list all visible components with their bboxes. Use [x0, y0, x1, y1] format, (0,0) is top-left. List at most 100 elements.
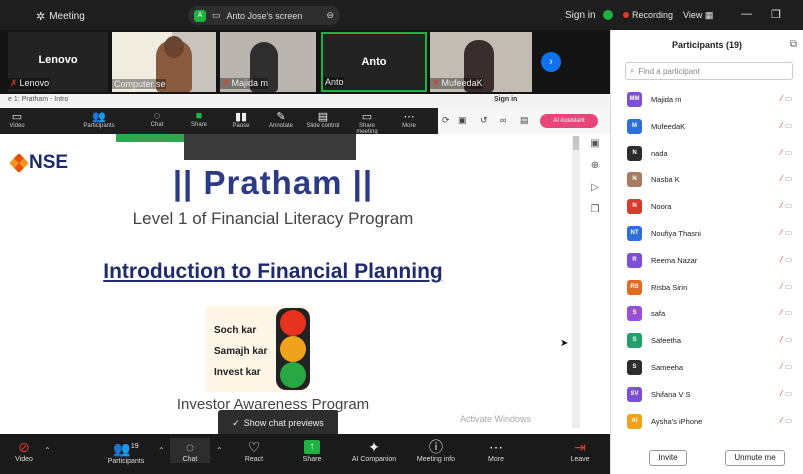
video-tile-majida[interactable]: ✗ Majida m — [220, 32, 316, 92]
participant-row[interactable]: Nnada ⁄ ▭ — [611, 140, 803, 167]
share-button[interactable]: ↑ Share — [282, 438, 342, 463]
participant-search-input[interactable]: ⌕ Find a participant — [625, 62, 793, 80]
participant-row[interactable]: AI Aysha's iPhone ⁄ ▭ — [611, 408, 803, 435]
unmute-me-button[interactable]: Unmute me — [725, 450, 785, 466]
history-icon[interactable]: ↺ — [480, 115, 488, 126]
chat-preview-label: Show chat previews — [243, 418, 324, 428]
participant-name: Risba Sirin — [651, 282, 688, 292]
tb-slide-control[interactable]: ▤ Slide control — [306, 110, 340, 129]
video-tile-computer[interactable]: Computer se — [112, 32, 216, 92]
traffic-signal-graphic: Soch kar Samajh kar Invest kar — [206, 306, 310, 392]
participant-row[interactable]: R Reema Nazar ⁄ ▭ — [611, 247, 803, 274]
meeting-info-button[interactable]: ⓘ Meeting info — [406, 438, 466, 463]
tb-pause[interactable]: ▮▮ Pause — [224, 110, 258, 129]
participant-row[interactable]: SV Shifana V S ⁄ ▭ — [611, 381, 803, 408]
leave-button[interactable]: ⇥ Leave — [550, 438, 610, 463]
participant-name: Noora — [651, 202, 672, 212]
participant-row[interactable]: S Sameeha ⁄ ▭ — [611, 354, 803, 381]
chat-button[interactable]: ◌ Chat — [170, 438, 210, 463]
meeting-menu[interactable]: ✲ Meeting — [36, 10, 85, 23]
redacted-region — [184, 134, 356, 160]
react-button[interactable]: ♡ React — [224, 438, 284, 463]
pen-icon: ✎ — [276, 111, 286, 123]
search-icon: ⌕ — [630, 66, 635, 75]
participant-row[interactable]: NT Noufiya Thasni ⁄ ▭ — [611, 220, 803, 247]
avatar: S — [627, 333, 642, 349]
participant-status: ⁄ ▭ — [781, 362, 792, 371]
sidebar-icon[interactable]: ▣ — [584, 138, 606, 160]
video-caret-icon[interactable]: ⌃ — [44, 446, 51, 455]
participant-row[interactable]: Ssafa ⁄ ▭ — [611, 300, 803, 327]
share-label: Share — [302, 456, 322, 463]
video-tile-lenovo[interactable]: Lenovo ✗ Lenovo — [8, 32, 108, 92]
participant-row[interactable]: N Noora ⁄ ▭ — [611, 193, 803, 220]
video-off-icon: ▭ — [782, 94, 793, 103]
link-icon[interactable]: ∞ — [500, 115, 506, 125]
participant-name: Shifana V S — [651, 389, 691, 399]
video-tile-anto[interactable]: Anto Anto — [321, 32, 427, 92]
video-off-icon: ▭ — [782, 308, 793, 318]
chat-caret-icon[interactable]: ⌃ — [216, 446, 223, 455]
next-page-button[interactable]: › — [541, 52, 561, 72]
sign-in-link[interactable]: Sign in — [565, 10, 596, 21]
stop-view-icon[interactable]: ⊖ — [326, 10, 334, 21]
avatar: MM — [627, 92, 642, 107]
windows-watermark: Activate Windows — [460, 414, 532, 424]
signal-label-2: Samajh kar — [214, 346, 268, 357]
chat-icon: ◌ — [153, 110, 161, 122]
more-button[interactable]: ⋯ More — [466, 438, 526, 463]
panel-header: Participants (19) ⧉ — [611, 30, 803, 60]
participant-status: ⁄ ▭ — [781, 308, 792, 317]
copy-icon[interactable]: ❐ — [584, 204, 606, 226]
participant-row[interactable]: S Safeetha ⁄ ▭ — [611, 327, 803, 354]
mouse-cursor-icon: ➤ — [560, 338, 569, 349]
video-tile-mufeedak[interactable]: ✗ MufeedaK — [430, 32, 532, 92]
tile-name-label: ✗ Majida m — [220, 78, 269, 89]
restore-icon[interactable]: ❐ — [771, 8, 781, 21]
slide-scrollbar[interactable] — [572, 136, 580, 428]
screen-share-indicator[interactable]: A ▭ Anto Jose's screen ⊖ — [188, 6, 340, 25]
participants-icon: 👥 — [92, 111, 106, 123]
signal-label-3: Invest kar — [214, 367, 261, 378]
tb-chat[interactable]: ◌ Chat — [140, 110, 174, 128]
save-icon[interactable]: ▤ — [520, 115, 529, 126]
participants-caret-icon[interactable]: ⌃ — [158, 446, 165, 455]
video-off-icon: ▭ — [782, 415, 793, 425]
screen-icon: ▭ — [212, 10, 221, 20]
screen-share-label: Anto Jose's screen — [226, 10, 303, 21]
ai-assistant-button[interactable]: AI Assistant — [540, 114, 598, 128]
minimize-icon[interactable]: — — [741, 8, 752, 20]
tb-share-meeting[interactable]: ▭ Share meeting — [350, 110, 384, 135]
tb-more[interactable]: ⋯ More — [392, 110, 426, 129]
participant-status: ⁄ ▭ — [781, 148, 792, 157]
tb-share[interactable]: ■ Share — [182, 110, 216, 128]
tb-annotate[interactable]: ✎ Annotate — [264, 110, 298, 129]
video-off-icon: ▭ — [782, 147, 793, 157]
participant-status: ⁄ ▭ — [781, 228, 792, 237]
participant-row[interactable]: M MufeedaK ⁄ ▭ — [611, 113, 803, 140]
participant-row[interactable]: RS Risba Sirin ⁄ ▭ — [611, 274, 803, 301]
ai-companion-button[interactable]: ✦ AI Companion — [344, 438, 404, 463]
refresh-icon[interactable]: ⟳ — [442, 115, 450, 126]
participant-row[interactable]: N Nasba K ⁄ ▭ — [611, 166, 803, 193]
view-menu[interactable]: View ▦ — [683, 10, 713, 21]
participant-status: ⁄ ▭ — [781, 174, 792, 183]
info-icon: ⓘ — [429, 439, 443, 455]
participant-status: ⁄ ▭ — [781, 416, 792, 425]
recording-indicator[interactable]: Recording — [623, 10, 673, 20]
chat-label: Chat — [182, 456, 198, 463]
read-aloud-icon[interactable]: ▷ — [584, 182, 606, 204]
tb-participants[interactable]: 👥 Participants — [82, 110, 116, 129]
pop-out-icon[interactable]: ⧉ — [790, 30, 797, 60]
slide-icon: ▤ — [317, 111, 329, 123]
zoom-icon[interactable]: ⊕ — [584, 160, 606, 182]
show-chat-previews-button[interactable]: ✓ Show chat previews — [218, 410, 338, 436]
participant-row[interactable]: MM Majida m ⁄ ▭ — [611, 86, 803, 113]
tile-display-name: Anto — [361, 56, 387, 68]
bookmark-icon[interactable]: ▣ — [458, 115, 467, 126]
scroll-thumb[interactable] — [573, 136, 579, 150]
invite-button[interactable]: Invite — [649, 450, 687, 466]
avatar: S — [627, 306, 642, 322]
participants-button[interactable]: 👥19 Participants — [96, 438, 156, 465]
tb-video[interactable]: ▭ Video — [0, 110, 34, 129]
